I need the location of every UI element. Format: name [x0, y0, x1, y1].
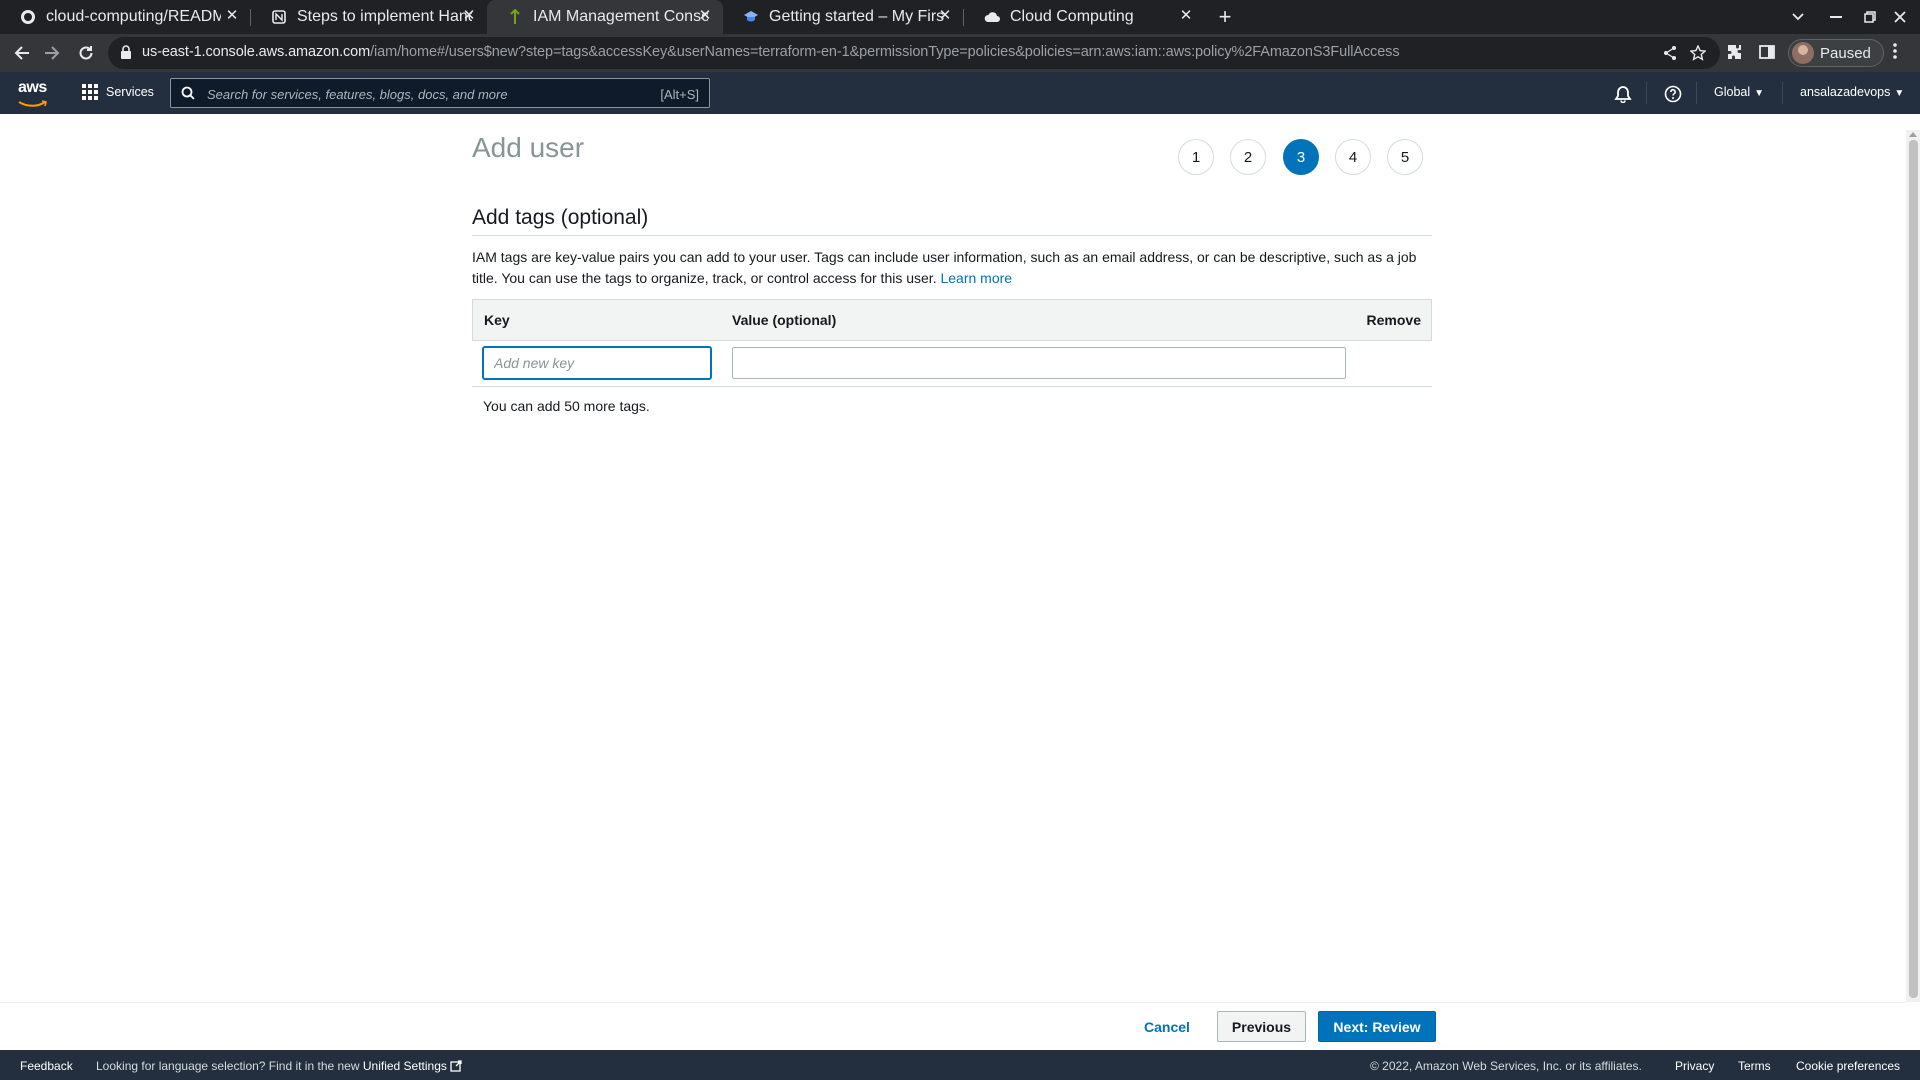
- scroll-up-arrow-icon[interactable]: [1909, 132, 1917, 137]
- wizard-step-4[interactable]: 4: [1335, 139, 1371, 175]
- profile-button[interactable]: Paused: [1788, 39, 1884, 67]
- unified-search-input[interactable]: Search for services, features, blogs, do…: [170, 78, 710, 108]
- header-divider: [1782, 82, 1783, 104]
- tab-iam-console[interactable]: IAM Management Consol ✕: [487, 0, 723, 34]
- browser-tab-strip: cloud-computing/READM ✕ Steps to impleme…: [0, 0, 1920, 34]
- forward-arrow-icon[interactable]: [38, 39, 66, 67]
- profile-status: Paused: [1820, 44, 1871, 62]
- tab-title: Cloud Computing: [1010, 8, 1134, 25]
- address-bar[interactable]: us-east-1.console.aws.amazon.com/iam/hom…: [108, 37, 1720, 69]
- services-grid-icon: [82, 84, 98, 100]
- side-panel-icon[interactable]: [1758, 43, 1778, 63]
- cloud-icon: [984, 9, 1000, 25]
- cloudshell-bell-icon[interactable]: [1614, 85, 1632, 104]
- terms-link[interactable]: Terms: [1738, 1059, 1771, 1073]
- tab-readme[interactable]: cloud-computing/READM ✕: [0, 0, 250, 34]
- close-icon[interactable]: ✕: [461, 8, 477, 24]
- header-divider: [1646, 82, 1647, 104]
- back-arrow-icon[interactable]: [8, 39, 36, 67]
- feedback-link[interactable]: Feedback: [20, 1059, 73, 1073]
- tab-title: cloud-computing/READM: [46, 8, 221, 25]
- services-menu-button[interactable]: Services: [82, 84, 154, 100]
- column-header-key: Key: [484, 312, 510, 328]
- lock-icon[interactable]: [120, 45, 132, 64]
- tag-key-input[interactable]: [483, 347, 711, 379]
- browser-toolbar: us-east-1.console.aws.amazon.com/iam/hom…: [0, 34, 1920, 72]
- wizard-step-5[interactable]: 5: [1387, 139, 1423, 175]
- copyright-text: © 2022, Amazon Web Services, Inc. or its…: [1370, 1059, 1642, 1073]
- close-icon[interactable]: ✕: [697, 8, 713, 24]
- tab-steps[interactable]: Steps to implement Hand ✕: [251, 0, 487, 34]
- tab-search-icon[interactable]: [1778, 0, 1818, 34]
- wizard-step-2[interactable]: 2: [1230, 139, 1266, 175]
- github-icon: [20, 9, 36, 25]
- cancel-button[interactable]: Cancel: [1144, 1019, 1190, 1035]
- unified-settings-label: Unified Settings: [362, 1059, 447, 1073]
- extensions-puzzle-icon[interactable]: [1726, 43, 1746, 63]
- tab-title: Steps to implement Hand: [297, 8, 472, 25]
- account-label: ansalazadevops: [1800, 85, 1891, 99]
- row-divider: [472, 386, 1432, 387]
- learn-more-link[interactable]: Learn more: [940, 270, 1012, 286]
- graduation-cap-icon: [743, 9, 759, 25]
- language-notice-text: Looking for language selection? Find it …: [96, 1059, 360, 1073]
- privacy-link[interactable]: Privacy: [1675, 1059, 1714, 1073]
- close-icon[interactable]: ✕: [224, 8, 240, 24]
- wizard-step-1[interactable]: 1: [1178, 139, 1214, 175]
- scrollbar-thumb[interactable]: [1909, 140, 1918, 998]
- next-review-button[interactable]: Next: Review: [1318, 1011, 1436, 1042]
- tab-title: IAM Management Consol: [533, 8, 708, 25]
- aws-console-header: aws Services Search for services, featur…: [0, 72, 1920, 114]
- aws-logo[interactable]: aws: [18, 79, 50, 107]
- caret-down-icon: ▼: [1754, 88, 1765, 99]
- window-close-icon[interactable]: [1880, 0, 1920, 34]
- tab-title: Getting started – My First: [769, 8, 944, 25]
- column-header-value: Value (optional): [732, 312, 837, 328]
- tag-value-input[interactable]: [732, 347, 1346, 379]
- external-link-icon: [450, 1060, 462, 1075]
- wizard-step-3-current: 3: [1283, 139, 1319, 175]
- close-icon[interactable]: ✕: [1178, 8, 1194, 24]
- help-icon[interactable]: [1664, 85, 1682, 103]
- url-path: /iam/home#/users$new?step=tags&accessKey…: [370, 44, 1400, 60]
- unified-settings-link[interactable]: Unified Settings: [363, 1059, 462, 1073]
- services-label: Services: [106, 85, 154, 99]
- wizard-action-bar: Cancel Previous Next: Review: [0, 1002, 1906, 1049]
- page-title: Add user: [472, 132, 585, 163]
- aws-smile-icon: [18, 100, 47, 107]
- iam-icon: [507, 9, 523, 25]
- avatar: [1792, 42, 1814, 64]
- reload-icon[interactable]: [72, 39, 100, 67]
- tab-getting-started[interactable]: Getting started – My First ✕: [723, 0, 963, 34]
- header-divider: [1696, 82, 1697, 104]
- caret-down-icon: ▼: [1894, 88, 1905, 99]
- notion-icon: [271, 9, 287, 25]
- share-icon[interactable]: [1662, 45, 1678, 61]
- search-shortcut-hint: [Alt+S]: [660, 87, 699, 102]
- cookie-preferences-link[interactable]: Cookie preferences: [1796, 1059, 1900, 1073]
- table-row: [472, 341, 1432, 429]
- bookmark-star-icon[interactable]: [1689, 44, 1707, 61]
- section-title: Add tags (optional): [472, 206, 649, 229]
- previous-button[interactable]: Previous: [1217, 1011, 1306, 1042]
- search-icon: [181, 86, 195, 105]
- close-icon[interactable]: ✕: [937, 8, 953, 24]
- tab-cloud-computing[interactable]: Cloud Computing ✕: [964, 0, 1204, 34]
- column-header-remove: Remove: [1366, 312, 1421, 328]
- kebab-menu-icon[interactable]: [1893, 43, 1897, 64]
- url-text: us-east-1.console.aws.amazon.com/iam/hom…: [142, 44, 1400, 60]
- url-host: us-east-1.console.aws.amazon.com: [142, 44, 371, 60]
- table-header: Key Value (optional) Remove: [472, 299, 1432, 341]
- aws-logo-text: aws: [18, 79, 47, 96]
- search-placeholder: Search for services, features, blogs, do…: [207, 87, 508, 102]
- section-divider: [472, 235, 1432, 236]
- console-footer: Feedback Looking for language selection?…: [0, 1050, 1920, 1080]
- region-label: Global: [1714, 85, 1751, 99]
- account-menu[interactable]: ansalazadevops ▼: [1800, 85, 1904, 99]
- region-selector[interactable]: Global ▼: [1714, 85, 1764, 99]
- remaining-tags-text: You can add 50 more tags.: [483, 398, 650, 414]
- language-notice: Looking for language selection? Find it …: [96, 1059, 462, 1075]
- tags-description: IAM tags are key-value pairs you can add…: [472, 247, 1432, 289]
- new-tab-button[interactable]: +: [1212, 4, 1238, 30]
